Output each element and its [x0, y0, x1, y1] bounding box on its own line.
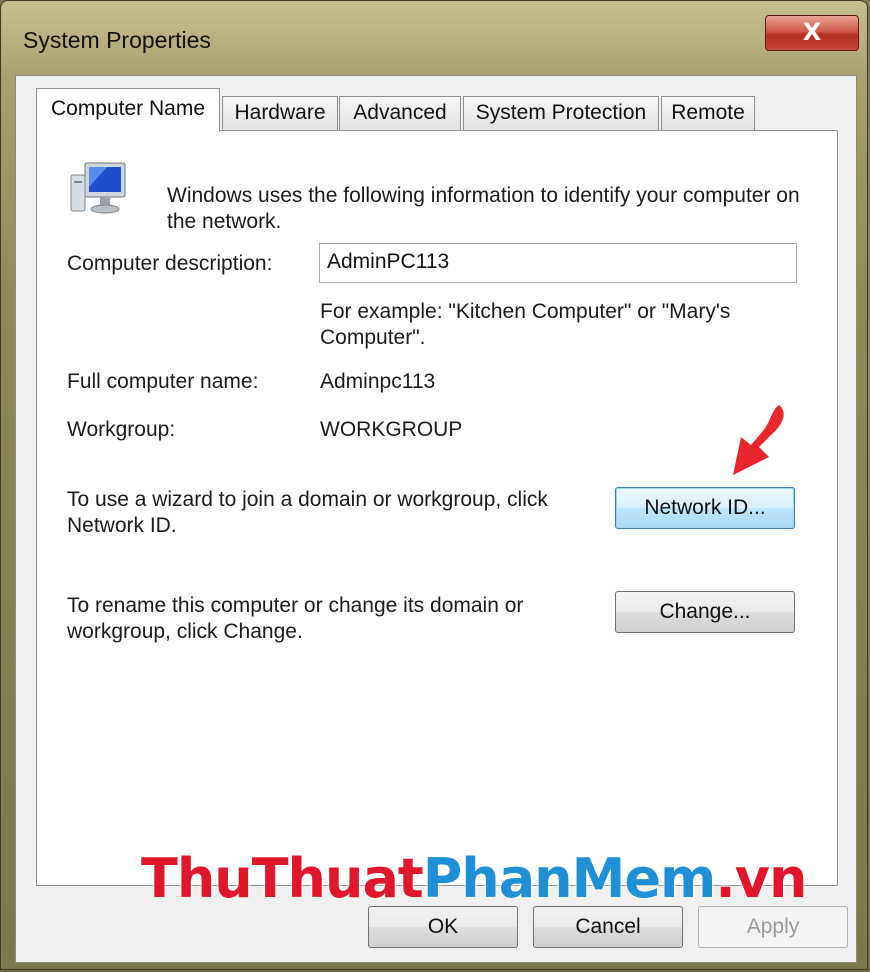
network-id-button[interactable]: Network ID...	[615, 487, 795, 529]
tab-computer-name[interactable]: Computer Name	[36, 88, 220, 132]
close-button[interactable]: X	[765, 15, 859, 51]
full-computer-name-value: Adminpc113	[320, 370, 436, 393]
tab-advanced[interactable]: Advanced	[339, 96, 461, 130]
red-arrow-icon	[733, 405, 784, 475]
computer-description-label: Computer description:	[67, 252, 273, 275]
workgroup-value: WORKGROUP	[320, 418, 463, 441]
full-computer-name-label: Full computer name:	[67, 370, 259, 393]
tab-system-protection[interactable]: System Protection	[463, 96, 659, 130]
change-button[interactable]: Change...	[615, 591, 795, 633]
window-title: System Properties	[23, 27, 211, 53]
dialog-client-area: Computer Name Hardware Advanced System P…	[15, 75, 857, 963]
computer-icon	[70, 162, 126, 214]
intro-text: Windows uses the following information t…	[167, 184, 800, 233]
workgroup-label: Workgroup:	[67, 418, 176, 441]
watermark-logo: ThuThuatPhanMem.vn	[141, 847, 807, 917]
network-id-help-text: To use a wizard to join a domain or work…	[67, 488, 548, 537]
watermark-part-2: PhanMem	[422, 847, 717, 910]
rename-help-text: To rename this computer or change its do…	[67, 594, 524, 643]
watermark-part-1: ThuThuat	[141, 847, 424, 910]
computer-name-panel: Windows uses the following information t…	[36, 130, 838, 886]
description-example-text: For example: "Kitchen Computer" or "Mary…	[320, 300, 731, 349]
system-properties-window: System Properties X Computer Name Hardwa…	[0, 0, 868, 970]
watermark-part-3: .vn	[715, 847, 807, 910]
computer-description-input[interactable]: AdminPC113	[319, 243, 797, 283]
tab-hardware[interactable]: Hardware	[222, 96, 338, 130]
title-bar[interactable]: System Properties X	[1, 1, 867, 73]
tab-remote[interactable]: Remote	[661, 96, 755, 130]
